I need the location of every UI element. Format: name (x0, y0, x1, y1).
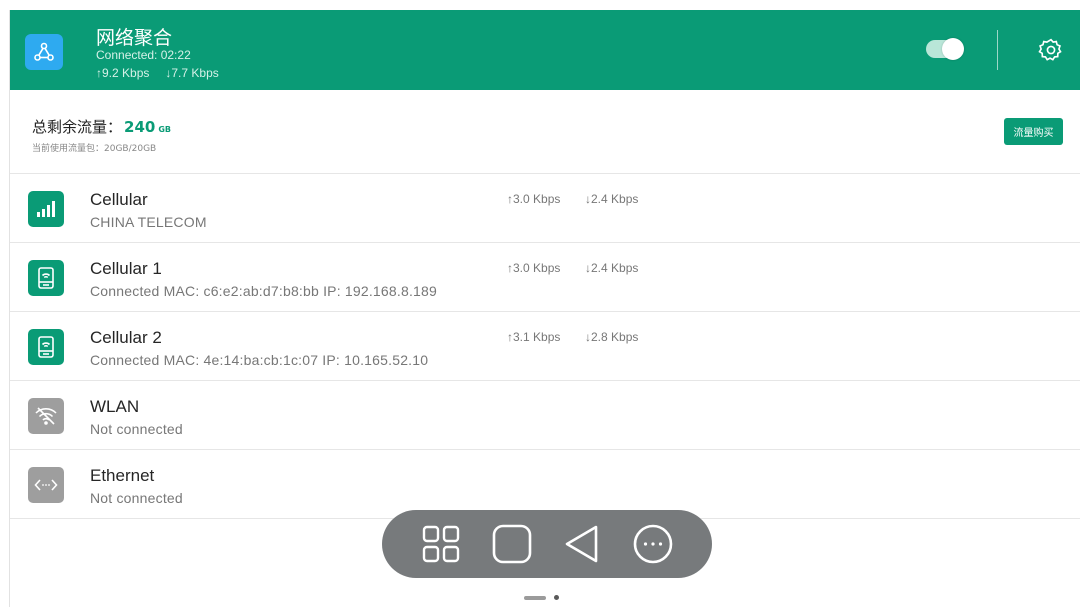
usb-modem-icon (28, 260, 64, 296)
connection-upload: ↑3.0 Kbps (507, 192, 561, 206)
apps-grid-icon[interactable] (419, 522, 463, 566)
list-item-cellular-2[interactable]: Cellular 2 Connected MAC: 4e:14:ba:cb:1c… (10, 312, 1080, 381)
remaining-data: 总剩余流量： 240 GB (32, 116, 171, 137)
connection-download: ↓2.4 Kbps (585, 192, 639, 206)
app-header: 网络聚合 Connected: 02:22 ↑9.2 Kbps ↓7.7 Kbp… (10, 10, 1080, 90)
data-quota-panel: 总剩余流量： 240 GB 当前使用流量包：20GB/20GB 流量购买 (10, 90, 1080, 174)
remaining-data-value: 240 (124, 118, 156, 136)
connection-upload: ↑3.1 Kbps (507, 330, 561, 344)
page-title: 网络聚合 (96, 27, 173, 49)
aggregate-speeds: ↑9.2 Kbps ↓7.7 Kbps (96, 66, 219, 80)
home-square-icon[interactable] (490, 522, 534, 566)
aggregation-toggle[interactable] (926, 38, 964, 60)
ethernet-icon (28, 467, 64, 503)
wifi-off-icon (28, 398, 64, 434)
remaining-data-label: 总剩余流量： (32, 118, 123, 136)
buy-data-button[interactable]: 流量购买 (1004, 118, 1063, 145)
page-indicator (524, 595, 559, 600)
signal-bars-icon (28, 191, 64, 227)
current-package: 当前使用流量包：20GB/20GB (32, 144, 157, 154)
list-item-cellular-1[interactable]: Cellular 1 Connected MAC: c6:e2:ab:d7:b8… (10, 243, 1080, 312)
remaining-data-unit: GB (158, 125, 171, 134)
connection-detail: Connected MAC: c6:e2:ab:d7:b8:bb IP: 192… (90, 283, 438, 299)
floating-navigation-bar (382, 510, 712, 578)
list-item-wlan[interactable]: WLAN Not connected (10, 381, 1080, 450)
upload-speed: ↑9.2 Kbps (96, 66, 150, 80)
list-item-ethernet[interactable]: Ethernet Not connected (10, 450, 1080, 519)
aggregation-app-icon (25, 34, 63, 70)
more-circle-icon[interactable] (631, 522, 675, 566)
connection-name: WLAN (90, 397, 140, 416)
usb-modem-icon (28, 329, 64, 365)
settings-gear-icon[interactable] (1038, 37, 1064, 63)
connection-list: Cellular CHINA TELECOM ↑3.0 Kbps ↓2.4 Kb… (10, 174, 1080, 519)
connection-name: Cellular 2 (90, 328, 162, 347)
connection-download: ↓2.4 Kbps (585, 261, 639, 275)
connection-detail: Not connected (90, 421, 183, 437)
header-divider (997, 30, 998, 70)
connection-download: ↓2.8 Kbps (585, 330, 639, 344)
list-item-cellular[interactable]: Cellular CHINA TELECOM ↑3.0 Kbps ↓2.4 Kb… (10, 174, 1080, 243)
back-triangle-icon[interactable] (560, 522, 604, 566)
connection-name: Ethernet (90, 466, 155, 485)
app-window: 网络聚合 Connected: 02:22 ↑9.2 Kbps ↓7.7 Kbp… (9, 10, 1080, 607)
connection-name: Cellular (90, 190, 148, 209)
connection-detail: CHINA TELECOM (90, 214, 207, 230)
page-indicator-dot (554, 595, 559, 600)
connection-upload: ↑3.0 Kbps (507, 261, 561, 275)
page-indicator-active (524, 595, 546, 600)
connection-name: Cellular 1 (90, 259, 162, 278)
download-speed: ↓7.7 Kbps (165, 66, 219, 80)
connection-detail: Connected MAC: 4e:14:ba:cb:1c:07 IP: 10.… (90, 352, 429, 368)
connection-status: Connected: 02:22 (96, 48, 191, 62)
toggle-knob (942, 38, 964, 60)
connection-detail: Not connected (90, 490, 183, 506)
